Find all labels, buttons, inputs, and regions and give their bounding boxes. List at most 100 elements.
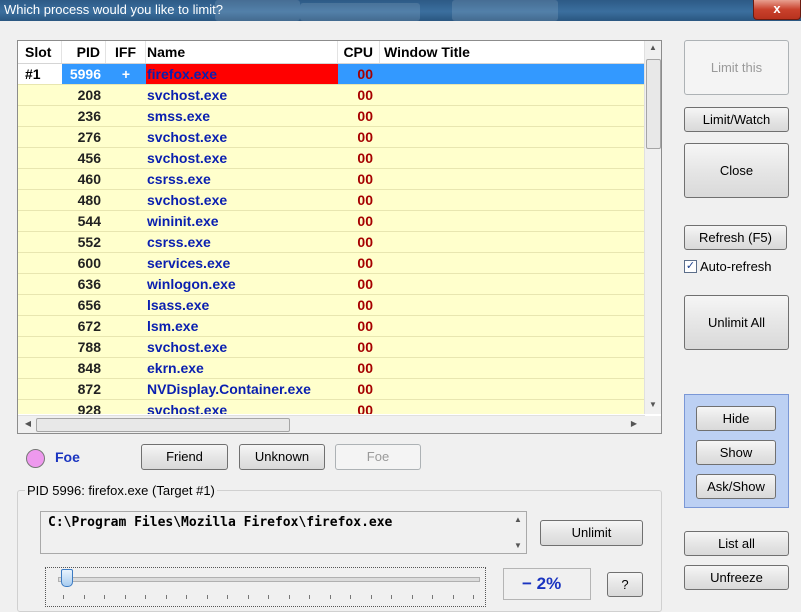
cell-window-title [380, 316, 645, 336]
horizontal-scroll-thumb[interactable] [36, 418, 290, 432]
table-row[interactable]: 456 svchost.exe 00 [18, 148, 645, 169]
hide-button[interactable]: Hide [696, 406, 776, 431]
column-header-pid[interactable]: PID [62, 41, 106, 63]
limit-slider[interactable] [45, 567, 486, 607]
target-path-field[interactable]: C:\Program Files\Mozilla Firefox\firefox… [40, 511, 527, 554]
column-header-cpu[interactable]: CPU [338, 41, 380, 63]
window-title: Which process would you like to limit? [4, 2, 223, 17]
table-row[interactable]: 600 services.exe 00 [18, 253, 645, 274]
table-row[interactable]: 672 lsm.exe 00 [18, 316, 645, 337]
cell-pid: 552 [77, 234, 101, 250]
table-row[interactable]: 636 winlogon.exe 00 [18, 274, 645, 295]
vertical-scrollbar[interactable]: ▲ ▼ [644, 41, 661, 414]
cell-name: svchost.exe [147, 87, 228, 103]
cell-slot [18, 358, 62, 378]
scroll-right-icon[interactable]: ▶ [626, 419, 642, 428]
cell-window-title [380, 148, 645, 168]
scroll-up-icon[interactable]: ▲ [645, 43, 661, 52]
cell-window-title [380, 274, 645, 294]
cell-iff [106, 400, 146, 414]
visibility-group: Hide Show Ask/Show [684, 394, 789, 508]
slider-tick [206, 595, 208, 599]
cell-name: ekrn.exe [147, 360, 204, 376]
table-row[interactable]: 788 svchost.exe 00 [18, 337, 645, 358]
slider-tick [268, 595, 269, 599]
cell-iff [106, 169, 146, 189]
scroll-left-icon[interactable]: ◀ [20, 419, 36, 428]
slider-track[interactable] [58, 577, 480, 582]
cell-cpu: 00 [357, 318, 373, 334]
auto-refresh-checkbox[interactable]: ✓ [684, 260, 697, 273]
limit-watch-button[interactable]: Limit/Watch [684, 107, 789, 132]
iff-status-label: Foe [55, 449, 80, 465]
target-group-title: PID 5996: firefox.exe (Target #1) [25, 483, 217, 498]
unlimit-button[interactable]: Unlimit [540, 520, 643, 546]
column-header-name[interactable]: Name [146, 41, 338, 63]
list-all-button[interactable]: List all [684, 531, 789, 556]
cell-cpu: 00 [357, 234, 373, 250]
cell-cpu: 00 [357, 87, 373, 103]
unfreeze-button[interactable]: Unfreeze [684, 565, 789, 590]
cell-cpu: 00 [357, 192, 373, 208]
cell-pid: 236 [77, 108, 101, 124]
cell-name: csrss.exe [147, 171, 211, 187]
table-row[interactable]: 276 svchost.exe 00 [18, 127, 645, 148]
scroll-down-icon[interactable]: ▼ [645, 400, 661, 409]
path-scrollbar[interactable]: ▲ ▼ [510, 512, 526, 553]
foe-button[interactable]: Foe [335, 444, 421, 470]
cell-iff [106, 85, 146, 105]
unlimit-all-button[interactable]: Unlimit All [684, 295, 789, 350]
background-window-shape [215, 0, 300, 21]
cell-cpu: 00 [357, 297, 373, 313]
cell-window-title [380, 400, 645, 414]
slider-tick [452, 595, 454, 599]
table-row[interactable]: 544 wininit.exe 00 [18, 211, 645, 232]
close-window-button[interactable]: x [753, 0, 801, 20]
unknown-button[interactable]: Unknown [239, 444, 325, 470]
cell-name: firefox.exe [146, 64, 338, 84]
limit-this-button[interactable]: Limit this [684, 40, 789, 95]
cell-cpu: 00 [357, 108, 373, 124]
column-header-slot[interactable]: Slot [18, 41, 62, 63]
cell-slot: #1 [18, 64, 62, 84]
table-row[interactable]: 656 lsass.exe 00 [18, 295, 645, 316]
table-row[interactable]: #1 5996 + firefox.exe 00 [18, 64, 645, 85]
cell-window-title [380, 127, 645, 147]
cell-cpu: 00 [357, 360, 373, 376]
background-window-shape [452, 0, 558, 21]
help-button[interactable]: ? [607, 572, 643, 597]
table-row[interactable]: 848 ekrn.exe 00 [18, 358, 645, 379]
scroll-up-icon[interactable]: ▲ [510, 515, 526, 524]
horizontal-scrollbar[interactable]: ◀ ▶ [18, 415, 645, 433]
column-header-window-title[interactable]: Window Title [380, 41, 645, 63]
ask-show-button[interactable]: Ask/Show [696, 474, 776, 499]
table-row[interactable]: 208 svchost.exe 00 [18, 85, 645, 106]
friend-button[interactable]: Friend [141, 444, 228, 470]
table-row[interactable]: 552 csrss.exe 00 [18, 232, 645, 253]
cell-slot [18, 211, 62, 231]
refresh-button[interactable]: Refresh (F5) [684, 225, 787, 250]
cell-pid: 208 [77, 87, 101, 103]
table-row[interactable]: 928 svchost.exe 00 [18, 400, 645, 414]
cell-name: svchost.exe [147, 339, 228, 355]
table-row[interactable]: 236 smss.exe 00 [18, 106, 645, 127]
close-icon: x [773, 1, 781, 16]
slider-tick [309, 595, 310, 599]
cell-name: svchost.exe [147, 129, 228, 145]
table-row[interactable]: 460 csrss.exe 00 [18, 169, 645, 190]
slider-tick [104, 595, 105, 599]
table-row[interactable]: 872 NVDisplay.Container.exe 00 [18, 379, 645, 400]
show-button[interactable]: Show [696, 440, 776, 465]
scroll-down-icon[interactable]: ▼ [510, 541, 526, 550]
title-bar[interactable]: Which process would you like to limit? x [0, 0, 801, 21]
column-header-iff[interactable]: IFF [106, 41, 146, 63]
cell-name: lsass.exe [147, 297, 210, 313]
slider-thumb[interactable] [61, 569, 74, 587]
cell-pid: 460 [77, 171, 101, 187]
table-row[interactable]: 480 svchost.exe 00 [18, 190, 645, 211]
cell-name: NVDisplay.Container.exe [147, 381, 311, 397]
close-button[interactable]: Close [684, 143, 789, 198]
vertical-scroll-thumb[interactable] [646, 59, 661, 149]
slider-tick [247, 595, 249, 599]
process-list[interactable]: Slot PID IFF Name CPU Window Title #1 599… [17, 40, 662, 434]
